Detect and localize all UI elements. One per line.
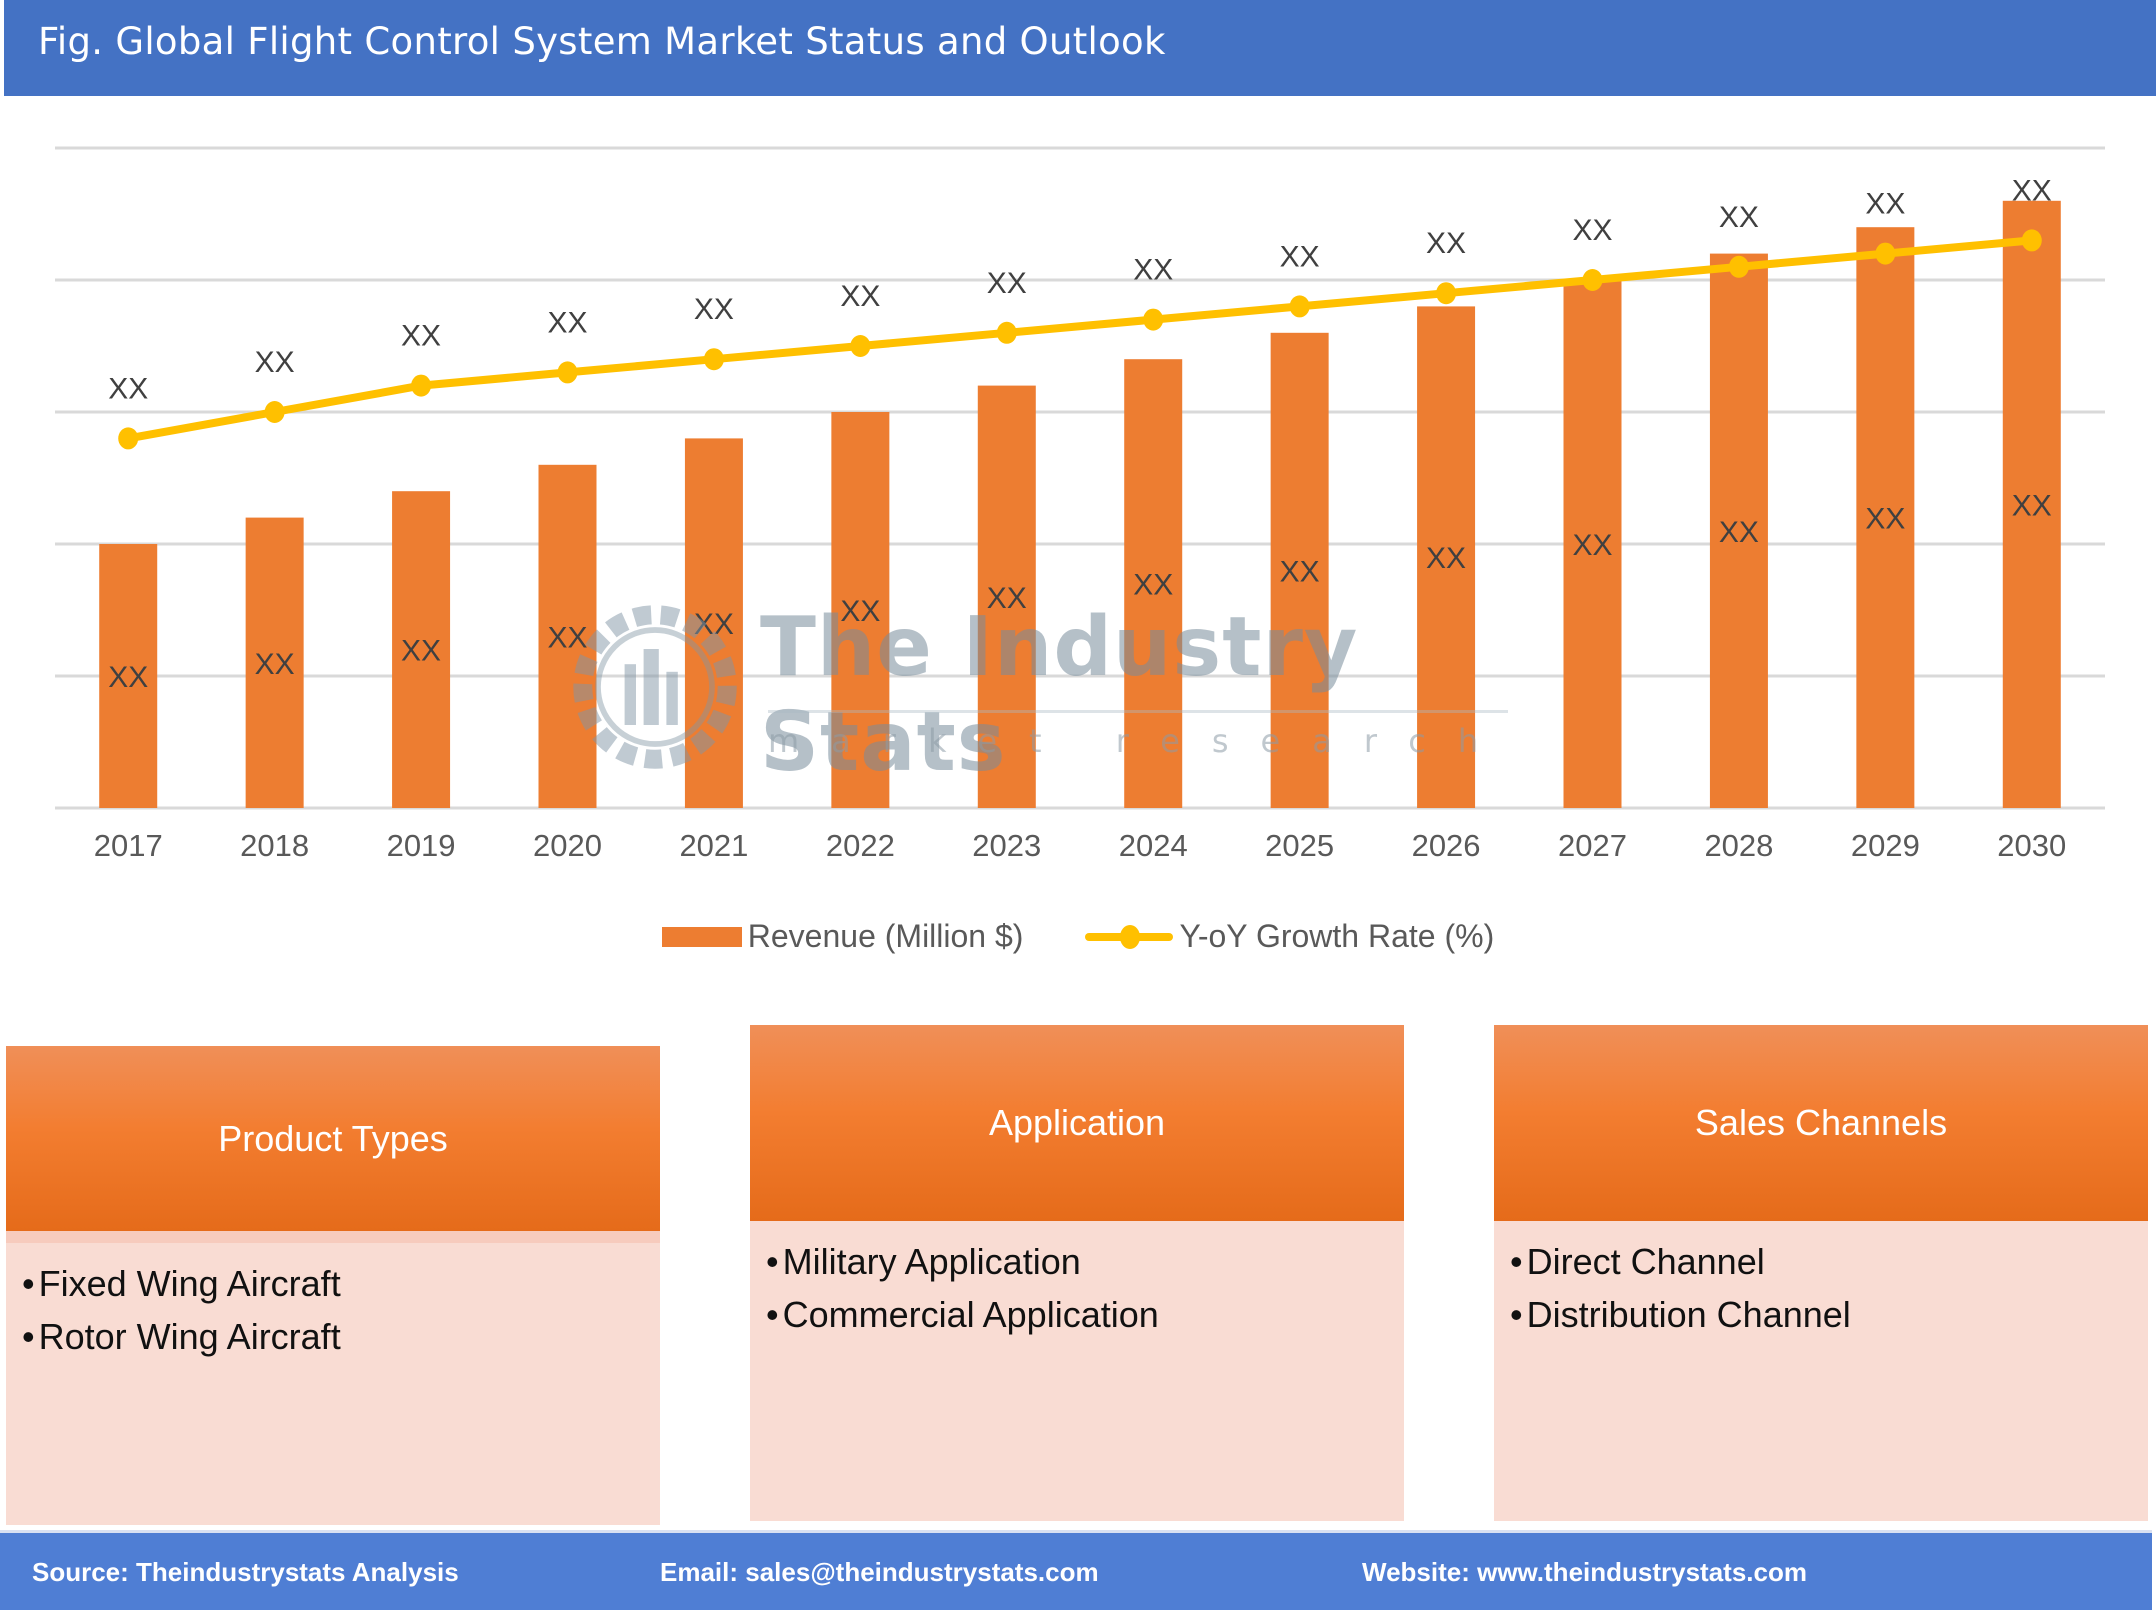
x-tick-label: 2029 — [1851, 828, 1920, 863]
growth-point-2026 — [1436, 282, 1457, 305]
bar-data-label: XX — [1572, 529, 1612, 562]
x-axis-ticks: 2017 2018 2019 2020 2021 2022 2023 2024 2025 2026… — [94, 828, 2067, 863]
x-tick-label: 2027 — [1558, 828, 1627, 863]
growth-point-2023 — [996, 321, 1017, 344]
growth-point-2029 — [1875, 242, 1896, 265]
legend-bar-swatch-icon — [661, 926, 742, 947]
x-tick-label: 2026 — [1412, 828, 1481, 863]
bar-data-label: XX — [401, 635, 441, 668]
list-item: Direct Channel — [1510, 1235, 2148, 1288]
line-data-label: XX — [694, 293, 734, 326]
card-body: Direct Channel Distribution Channel — [1494, 1221, 2148, 1521]
gridlines — [55, 146, 2105, 810]
bar-data-label: XX — [1865, 503, 1905, 536]
footer: Source: Theindustrystats Analysis Email:… — [0, 1530, 2152, 1610]
line-data-label: XX — [1133, 254, 1173, 287]
footer-email[interactable]: Email: sales@theindustrystats.com — [660, 1557, 1099, 1588]
growth-point-2021 — [703, 348, 724, 371]
list-item: Commercial Application — [766, 1288, 1404, 1341]
line-data-label: XX — [1426, 227, 1466, 260]
list-item: Military Application — [766, 1235, 1404, 1288]
card-application: Application Military Application Commerc… — [750, 1025, 1404, 1521]
legend-line-swatch-icon — [1085, 924, 1174, 949]
line-data-label: XX — [1719, 201, 1759, 234]
list-item: Fixed Wing Aircraft — [22, 1257, 660, 1310]
line-data-label: XX — [1572, 214, 1612, 247]
x-tick-label: 2018 — [240, 828, 309, 863]
legend: Revenue (Million $) Y-oY Growth Rate (%) — [0, 918, 2156, 955]
growth-point-2019 — [411, 374, 432, 397]
growth-point-2025 — [1289, 295, 1310, 318]
bar-data-label: XX — [1280, 555, 1320, 588]
x-tick-label: 2022 — [826, 828, 895, 863]
card-product-types: Product Types Fixed Wing Aircraft Rotor … — [6, 1046, 660, 1525]
line-data-label: XX — [255, 346, 295, 379]
list-item: Rotor Wing Aircraft — [22, 1310, 660, 1363]
card-title: Sales Channels — [1494, 1025, 2148, 1221]
bar-data-label: XX — [108, 661, 148, 694]
growth-point-2017 — [118, 427, 139, 450]
bar-data-label: XX — [840, 595, 880, 628]
list-item: Distribution Channel — [1510, 1288, 2148, 1341]
x-tick-label: 2020 — [533, 828, 602, 863]
x-tick-label: 2030 — [1997, 828, 2066, 863]
x-tick-label: 2025 — [1265, 828, 1334, 863]
x-tick-label: 2019 — [387, 828, 456, 863]
revenue-bars — [99, 200, 2061, 809]
bar-data-label: XX — [1426, 542, 1466, 575]
line-data-label: XX — [1280, 240, 1320, 273]
title-bar: Fig. Global Flight Control System Market… — [4, 0, 2156, 96]
bar-data-label: XX — [694, 608, 734, 641]
footer-website[interactable]: Website: www.theindustrystats.com — [1362, 1557, 1807, 1588]
x-tick-label: 2028 — [1704, 828, 1773, 863]
growth-point-2027 — [1582, 269, 1603, 291]
card-sales-channels: Sales Channels Direct Channel Distributi… — [1494, 1025, 2148, 1521]
x-tick-label: 2017 — [94, 828, 163, 863]
growth-point-2028 — [1728, 255, 1749, 278]
growth-point-2030 — [2021, 229, 2042, 252]
bar-data-label: XX — [2012, 489, 2052, 522]
card-body: Fixed Wing Aircraft Rotor Wing Aircraft — [6, 1231, 660, 1525]
bar-data-label: XX — [1719, 516, 1759, 549]
footer-source: Source: Theindustrystats Analysis — [32, 1557, 459, 1587]
growth-point-2024 — [1143, 308, 1164, 331]
x-tick-label: 2021 — [679, 828, 748, 863]
x-tick-label: 2023 — [972, 828, 1041, 863]
line-data-label: XX — [108, 372, 148, 405]
card-body: Military Application Commercial Applicat… — [750, 1221, 1404, 1521]
growth-point-2020 — [557, 361, 578, 384]
bar-data-label: XX — [987, 582, 1027, 615]
chart: XX XX XX XX XX XX XX XX XX XX XX XX XX XX XX XX XX XX XX XX… — [55, 146, 2105, 863]
bar-data-label: XX — [1133, 569, 1173, 602]
page-title: Fig. Global Flight Control System Market… — [38, 20, 1166, 63]
line-data-label: XX — [547, 306, 587, 339]
line-data-label: XX — [1865, 188, 1905, 221]
bar-data-label: XX — [547, 621, 587, 654]
card-title: Application — [750, 1025, 1404, 1221]
bar-data-label: XX — [255, 648, 295, 681]
legend-item-growth: Y-oY Growth Rate (%) — [1085, 918, 1494, 955]
line-data-label: XX — [401, 320, 441, 353]
card-title: Product Types — [6, 1046, 660, 1231]
x-tick-label: 2024 — [1119, 828, 1188, 863]
legend-label-growth: Y-oY Growth Rate (%) — [1179, 918, 1495, 954]
growth-point-2018 — [264, 401, 285, 423]
line-data-label: XX — [840, 280, 880, 313]
legend-item-revenue: Revenue (Million $) — [661, 918, 1024, 955]
growth-point-2022 — [850, 335, 871, 357]
line-data-label: XX — [2012, 174, 2052, 207]
line-data-label: XX — [987, 267, 1027, 300]
legend-label-revenue: Revenue (Million $) — [747, 918, 1024, 954]
